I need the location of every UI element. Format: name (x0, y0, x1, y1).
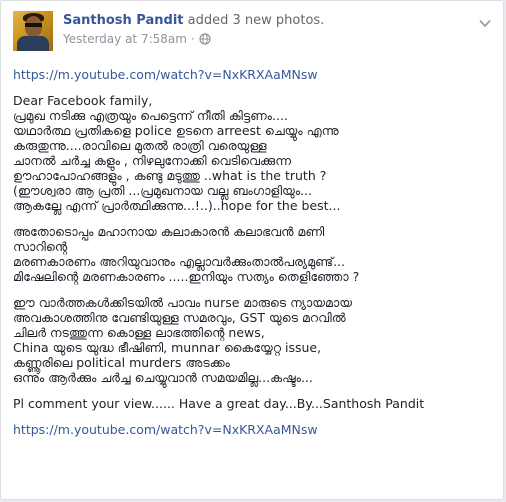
separator: · (190, 32, 195, 46)
timestamp-line: Yesterday at 7:58am · (63, 31, 324, 49)
text-line: മിഷേലിന്റെ മരണകാരണം .....ഇനിയും സത്യം തെ… (13, 269, 360, 284)
text-line: ആകല്ലേ എന്ന് പ്രാർത്ഥിക്കുന്നു...!..)..h… (13, 198, 341, 213)
avatar-glasses (25, 23, 42, 27)
text-line: യഥാർത്ഥ പ്രതികളെ police ഉടനെ arreest ചെയ… (13, 123, 339, 138)
author-name[interactable]: Santhosh Pandit (63, 13, 184, 28)
timestamp[interactable]: Yesterday at 7:58am (63, 32, 187, 46)
paragraph-3: ഈ വാർത്തകൾക്കിടയിൽ പാവം nurse മാരുടെ ന്യ… (13, 295, 499, 385)
text-line: Dear Facebook family, (13, 93, 153, 108)
post-header: Santhosh Pandit added 3 new photos. Yest… (13, 11, 491, 55)
paragraph-2: അതോടൊപ്പം മഹാനായ കലാകാരൻ കലാഭവൻ മണി സാറി… (13, 224, 499, 284)
author-line: Santhosh Pandit added 3 new photos. (63, 12, 324, 29)
post-action: added 3 new photos. (187, 13, 325, 28)
text-line: China യുടെ യുദ്ധ ഭീഷിണി, munnar കൈയ്യേറ്… (13, 340, 322, 355)
text-line: ഈ വാർത്തകൾക്കിടയിൽ പാവം nurse മാരുടെ ന്യ… (13, 295, 352, 310)
text-line: ചാനൽ ചർച്ച കളും , നിഴലുനോക്കി വെടിവെക്കു… (13, 153, 291, 168)
post-content: https://m.youtube.com/watch?v=NxKRXAaMNs… (13, 67, 499, 437)
youtube-link-bottom[interactable]: https://m.youtube.com/watch?v=NxKRXAaMNs… (13, 422, 318, 437)
text-line: പ്രമുഖ നടിക്കു എത്രയും പെട്ടെന്ന് നീതി ക… (13, 108, 288, 123)
text-line: കരുതുന്നു....രാവിലെ മുതൽ രാത്രി വരെയുള്ള (13, 138, 267, 153)
text-line: സാറിന്റെ (13, 239, 68, 254)
closing-line: Pl comment your view...... Have a great … (13, 396, 425, 411)
text-line: മരണകാരണം അറിയുവാനും എല്ലാവർക്കുംതാൽപര്യമ… (13, 254, 346, 269)
paragraph-1: Dear Facebook family, പ്രമുഖ നടിക്കു എത്… (13, 93, 499, 213)
text-line: ചിലർ നടത്തുന്ന കൊള്ള ലാഭത്തിന്റെ news, (13, 325, 265, 340)
post-meta: Santhosh Pandit added 3 new photos. Yest… (63, 12, 324, 49)
post-card: Santhosh Pandit added 3 new photos. Yest… (0, 0, 504, 500)
avatar[interactable] (13, 11, 53, 51)
text-line: അവകാശത്തിനു വേണ്ടിയുള്ള സമരവും, GST യുടെ… (13, 310, 346, 325)
chevron-down-icon[interactable] (479, 13, 491, 32)
youtube-link-top[interactable]: https://m.youtube.com/watch?v=NxKRXAaMNs… (13, 67, 318, 82)
globe-icon[interactable] (199, 33, 211, 49)
text-line: അതോടൊപ്പം മഹാനായ കലാകാരൻ കലാഭവൻ മണി (13, 224, 325, 239)
text-line: ഊഹാപോഹങ്ങളും , കണ്ടു മടുത്തു ..what is t… (13, 168, 327, 183)
text-line: ഒന്നും ആർക്കും ചർച്ച ചെയ്യുവാൻ സമയമില്ല.… (13, 370, 313, 385)
avatar-body (17, 36, 49, 51)
text-line: (ഈശ്വരാ ആ പ്രതി ...പ്രമുഖനായ വല്ല ബംഗാളി… (13, 183, 312, 198)
text-line: കണ്ണൂരിലെ political murders അടക്കം (13, 355, 230, 370)
